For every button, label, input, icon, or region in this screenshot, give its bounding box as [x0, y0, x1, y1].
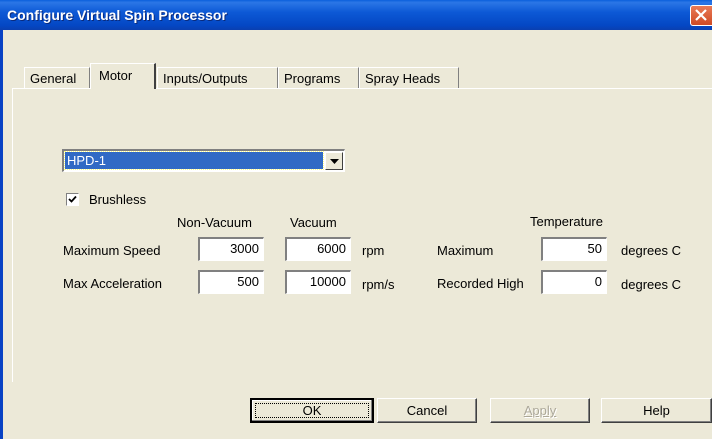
tab-motor[interactable]: Motor — [90, 63, 156, 89]
tab-label: Motor — [99, 68, 133, 83]
ok-button[interactable]: OK — [250, 398, 374, 423]
apply-label: Apply — [523, 403, 557, 418]
dialog-window: Configure Virtual Spin Processor General… — [0, 0, 712, 439]
window-frame — [0, 30, 3, 439]
tab-label: General — [30, 71, 77, 86]
help-label: Help — [643, 403, 670, 418]
tab-label: Spray Heads — [365, 71, 441, 86]
cancel-button[interactable]: Cancel — [377, 398, 477, 423]
close-icon — [695, 9, 707, 21]
help-button[interactable]: Help — [601, 398, 712, 423]
tab-programs[interactable]: Programs — [278, 67, 359, 88]
focus-rect — [255, 403, 369, 418]
window-title: Configure Virtual Spin Processor — [7, 7, 227, 23]
motor-tab-panel — [12, 88, 712, 382]
tab-general[interactable]: General — [24, 67, 90, 88]
tab-spray-heads[interactable]: Spray Heads — [359, 67, 459, 88]
close-button[interactable] — [690, 5, 712, 26]
tab-label: Inputs/Outputs — [163, 71, 248, 86]
tab-label: Programs — [284, 71, 341, 86]
tab-inputs-outputs[interactable]: Inputs/Outputs — [157, 67, 278, 88]
apply-button[interactable]: Apply — [490, 398, 590, 423]
cancel-label: Cancel — [406, 403, 448, 418]
title-bar[interactable]: Configure Virtual Spin Processor — [0, 0, 712, 30]
